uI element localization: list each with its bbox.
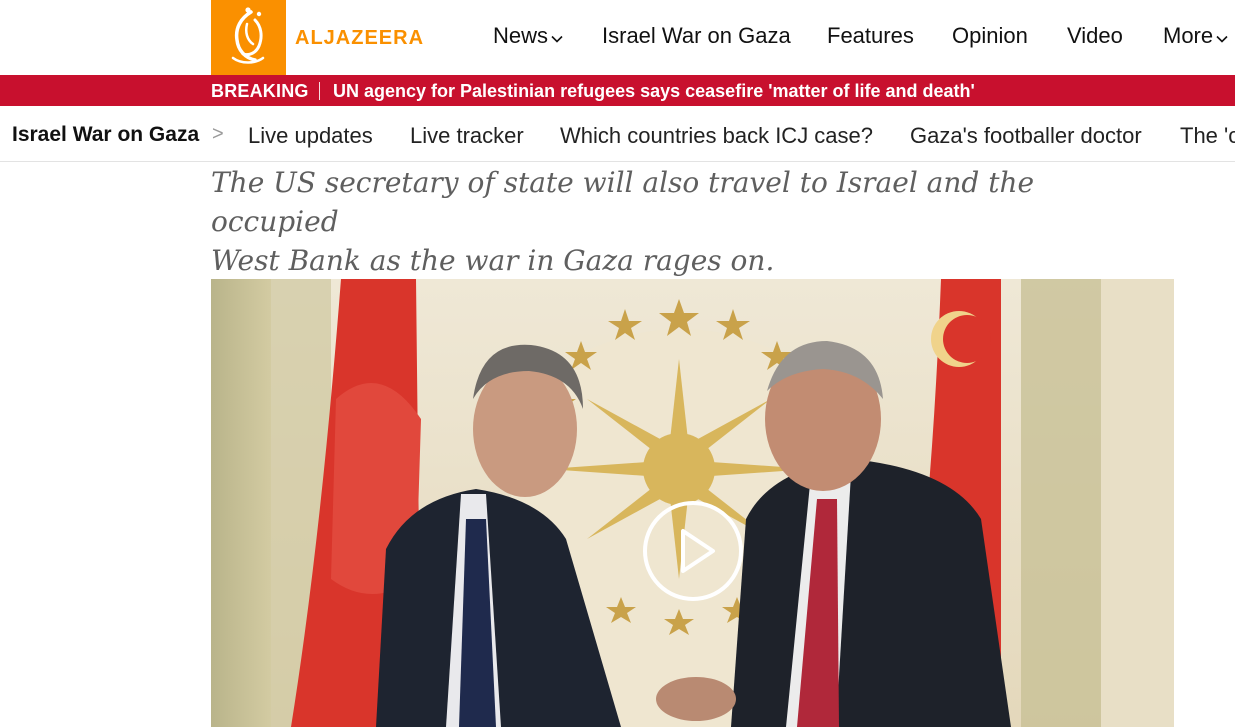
logo-wordmark[interactable]: ALJAZEERA xyxy=(295,27,424,50)
nav-item-label: Opinion xyxy=(952,23,1028,48)
nav-item-label: Features xyxy=(827,23,914,48)
nav-item-features[interactable]: Features xyxy=(827,23,914,49)
nav-item-label: Video xyxy=(1067,23,1123,48)
chevron-down-icon xyxy=(551,23,563,49)
article-standfirst: The US secretary of state will also trav… xyxy=(211,163,1141,280)
standfirst-line: The US secretary of state will also trav… xyxy=(211,166,1035,238)
nav-item-label: News xyxy=(493,23,549,48)
nav-item-opinion[interactable]: Opinion xyxy=(952,23,1028,49)
nav-item-more[interactable]: More xyxy=(1163,23,1228,49)
aljazeera-logo-icon[interactable] xyxy=(211,0,286,75)
site-header: ALJAZEERA News Israel War on Gaza Featur… xyxy=(0,0,1235,75)
nav-item-news[interactable]: News xyxy=(493,23,563,49)
subnav-arrow-icon: > xyxy=(212,123,224,145)
nav-item-label: Israel War on Gaza xyxy=(602,23,791,48)
nav-item-label: More xyxy=(1163,23,1214,48)
breaking-headline[interactable]: UN agency for Palestinian refugees says … xyxy=(333,81,975,102)
subnav-link-footballer-doctor[interactable]: Gaza's footballer doctor xyxy=(910,123,1142,149)
breaking-news-bar[interactable]: BREAKING UN agency for Palestinian refug… xyxy=(0,75,1235,106)
nav-item-video[interactable]: Video xyxy=(1067,23,1123,49)
hero-video[interactable] xyxy=(211,279,1174,727)
chevron-down-icon xyxy=(1216,23,1228,49)
standfirst-line: West Bank as the war in Gaza rages on. xyxy=(211,244,775,277)
subnav-link-live-updates[interactable]: Live updates xyxy=(248,123,373,149)
subnav-link-truncated[interactable]: The 'c xyxy=(1180,123,1235,149)
subnav-link-icj-case[interactable]: Which countries back ICJ case? xyxy=(560,123,873,149)
play-icon xyxy=(681,529,715,573)
play-button[interactable] xyxy=(643,501,743,601)
topic-subnav: Israel War on Gaza > Live updates Live t… xyxy=(0,106,1235,162)
nav-item-israel-war-on-gaza[interactable]: Israel War on Gaza xyxy=(602,23,791,49)
subnav-title[interactable]: Israel War on Gaza xyxy=(12,123,199,147)
divider xyxy=(319,82,320,100)
breaking-label: BREAKING xyxy=(211,81,309,101)
subnav-link-live-tracker[interactable]: Live tracker xyxy=(410,123,524,149)
